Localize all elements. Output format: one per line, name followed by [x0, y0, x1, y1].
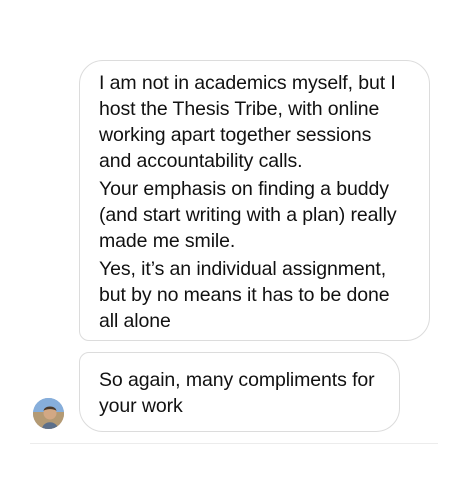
- avatar-photo-icon: [33, 398, 64, 429]
- message-bubble[interactable]: I am not in academics myself, but I host…: [79, 60, 430, 341]
- message-text: So again, many compliments for your work: [99, 369, 375, 417]
- message-text: Your emphasis on finding a buddy (and st…: [99, 178, 397, 252]
- message-text: Yes, it’s an individual assignment, but …: [99, 258, 390, 332]
- sender-avatar[interactable]: [33, 398, 64, 429]
- message-text: I am not in academics myself, but I host…: [99, 72, 396, 172]
- message-bubble[interactable]: So again, many compliments for your work: [79, 352, 400, 432]
- divider: [30, 443, 438, 444]
